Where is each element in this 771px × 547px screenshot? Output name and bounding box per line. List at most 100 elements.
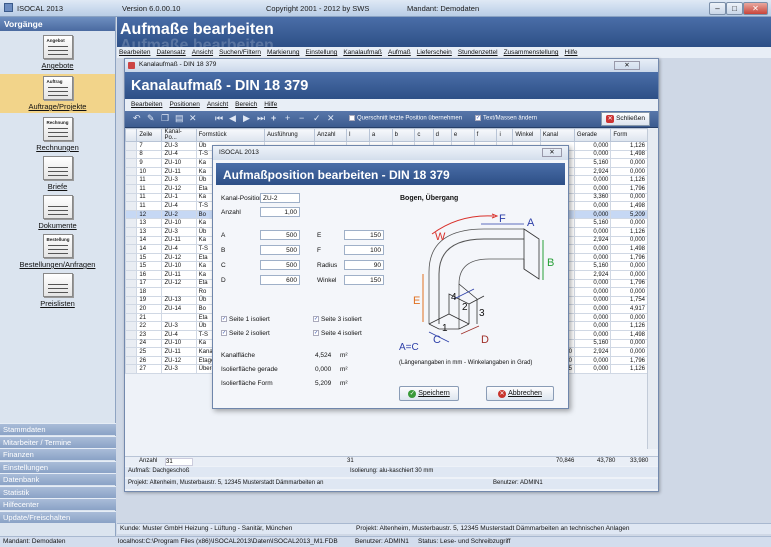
bottom-nav-item-3[interactable]: Einstellungen <box>0 460 116 473</box>
kanal-position-field[interactable]: ZU-2 <box>260 193 300 203</box>
column-header[interactable]: b <box>391 128 416 142</box>
dialog-close-icon[interactable]: ✕ <box>542 148 562 157</box>
confirm-icon[interactable]: ✓ <box>313 113 321 124</box>
column-header[interactable]: e <box>450 128 475 142</box>
edit-icon[interactable]: ✎ <box>147 113 155 124</box>
column-header[interactable]: Gerade <box>573 128 612 142</box>
sidebar-item-2[interactable]: Rechnung Rechnungen <box>0 117 115 152</box>
column-header[interactable]: c <box>414 128 434 142</box>
cancel-x-icon: ✕ <box>498 390 507 398</box>
main-menu-item-2[interactable]: Ansicht <box>192 49 213 56</box>
paste-icon[interactable]: ▤ <box>175 113 184 124</box>
row-indicator <box>124 287 138 297</box>
kanal-close-icon[interactable]: ✕ <box>614 61 640 70</box>
dim-field-radius[interactable]: 90 <box>344 260 384 270</box>
bottom-nav-item-1[interactable]: Mitarbeiter / Termine <box>0 435 116 448</box>
main-menu-item-10[interactable]: Zusammenstellung <box>504 49 559 56</box>
bottom-nav-item-2[interactable]: Finanzen <box>0 448 116 460</box>
column-header[interactable]: d <box>432 128 452 142</box>
sidebar-item-6[interactable]: Preislisten <box>0 273 115 308</box>
checkbox-icon: ✓ <box>221 316 227 323</box>
isoliert-checkbox-1[interactable]: ✓ Seite 1 isoliert <box>221 316 270 323</box>
dim-field-a[interactable]: 500 <box>260 230 300 240</box>
bottom-nav-item-4[interactable]: Datenbank <box>0 473 116 485</box>
maximize-button[interactable]: □ <box>726 2 743 15</box>
main-menu-item-8[interactable]: Lieferschein <box>417 49 452 56</box>
table-cell: ZU-10 <box>161 261 197 271</box>
dialog-title: ISOCAL 2013 <box>219 149 259 156</box>
column-header[interactable]: a <box>368 128 393 142</box>
main-menu-item-3[interactable]: Suchen/Filtern <box>219 49 261 56</box>
last-record-icon[interactable]: ⏭ <box>257 113 265 124</box>
cancel-icon[interactable]: ✕ <box>327 113 335 124</box>
main-menu-item-1[interactable]: Datensatz <box>156 49 185 56</box>
copy-icon[interactable]: ❐ <box>161 113 169 124</box>
row-indicator <box>124 201 138 211</box>
table-cell: 11 <box>136 183 163 194</box>
speichern-button[interactable]: ✓ Speichern <box>399 386 459 401</box>
schliessen-button[interactable]: ✕ Schließen <box>601 112 650 126</box>
document-icon: Angebot <box>42 35 73 59</box>
kanal-menu-item-4[interactable]: Hilfe <box>264 101 277 108</box>
first-record-icon[interactable]: ⏮ <box>215 113 223 124</box>
bottom-nav-item-0[interactable]: Stammdaten <box>0 423 116 435</box>
delete-icon[interactable]: ✕ <box>189 113 197 124</box>
column-header[interactable]: Form <box>610 128 648 142</box>
undo-icon[interactable]: ↶ <box>133 113 141 124</box>
dim-field-b[interactable]: 500 <box>260 245 300 255</box>
isoliert-checkbox-4[interactable]: ✓ Seite 4 isoliert <box>313 330 362 337</box>
sidebar-item-3[interactable]: Briefe <box>0 156 115 191</box>
insert-record-icon[interactable]: + <box>271 113 276 123</box>
mandant-footer: Mandant: Demodaten <box>3 538 66 545</box>
column-header[interactable]: Winkel <box>512 128 541 142</box>
prev-record-icon[interactable]: ◀ <box>229 113 236 124</box>
next-record-icon[interactable]: ▶ <box>243 113 250 124</box>
isoliert-checkbox-3[interactable]: ✓ Seite 2 isoliert <box>221 330 270 337</box>
bottom-nav-item-6[interactable]: Hilfecenter <box>0 498 116 510</box>
dim-field-f[interactable]: 100 <box>344 245 384 255</box>
minimize-button[interactable]: – <box>709 2 726 15</box>
column-header[interactable]: Anzahl <box>314 128 348 142</box>
dim-field-e[interactable]: 150 <box>344 230 384 240</box>
dim-field-d[interactable]: 600 <box>260 275 300 285</box>
kanal-menu-item-0[interactable]: Bearbeiten <box>131 101 162 108</box>
close-button[interactable]: ✕ <box>743 2 768 15</box>
kanal-menu-item-3[interactable]: Bereich <box>235 101 257 108</box>
main-menu-item-6[interactable]: Kanalaufmaß <box>343 49 382 56</box>
dim-field-winkel[interactable]: 150 <box>344 275 384 285</box>
sidebar-item-4[interactable]: Dokumente <box>0 195 115 230</box>
row-indicator <box>124 312 138 323</box>
table-cell: 15 <box>136 252 163 263</box>
sidebar-item-0[interactable]: Angebot Angebote <box>0 35 115 70</box>
column-header[interactable]: Kanal <box>539 128 575 142</box>
sidebar-item-1[interactable]: Auftrag Auftrage/Projekte <box>0 74 115 113</box>
checkbox-querschnitt[interactable]: Querschnitt letzte Position übernehmen <box>349 115 462 122</box>
column-header[interactable]: Zeile <box>136 128 163 142</box>
main-menu-item-11[interactable]: Hilfe <box>565 49 578 56</box>
dim-field-c[interactable]: 500 <box>260 260 300 270</box>
column-header[interactable]: i <box>496 128 514 142</box>
bottom-nav-item-5[interactable]: Statistik <box>0 485 116 498</box>
column-header[interactable]: Kanal-Po... <box>161 128 197 142</box>
main-menu-item-0[interactable]: Bearbeiten <box>119 49 150 56</box>
isoliert-checkbox-2[interactable]: ✓ Seite 3 isoliert <box>313 316 362 323</box>
remove-record-icon[interactable]: − <box>299 113 304 123</box>
column-header[interactable]: l <box>346 128 370 142</box>
main-menu-item-9[interactable]: Stundenzettel <box>458 49 498 56</box>
column-header[interactable]: f <box>473 128 498 142</box>
sidebar-item-5[interactable]: Bestellung Bestellungen/Anfragen <box>0 234 115 269</box>
column-header[interactable]: Formstück <box>195 128 266 142</box>
add-record-icon[interactable]: + <box>285 113 290 123</box>
bottom-nav-item-7[interactable]: Update/Freischalten <box>0 510 116 523</box>
table-scrollbar[interactable] <box>647 128 658 449</box>
abbrechen-button[interactable]: ✕ Abbrechen <box>486 386 554 401</box>
table-cell: 5,160 <box>573 218 612 228</box>
kanal-menu-item-2[interactable]: Ansicht <box>207 101 228 108</box>
kanal-menu-item-1[interactable]: Positionen <box>169 101 199 108</box>
main-menu-item-5[interactable]: Einstellung <box>306 49 338 56</box>
checkbox-text-massen[interactable]: ✓ Text/Massen ändern <box>475 115 537 122</box>
column-header[interactable]: Ausführung <box>264 128 316 142</box>
main-menu-item-4[interactable]: Markierung <box>267 49 300 56</box>
anzahl-field[interactable]: 1,00 <box>260 207 300 217</box>
main-menu-item-7[interactable]: Aufmaß <box>388 49 411 56</box>
